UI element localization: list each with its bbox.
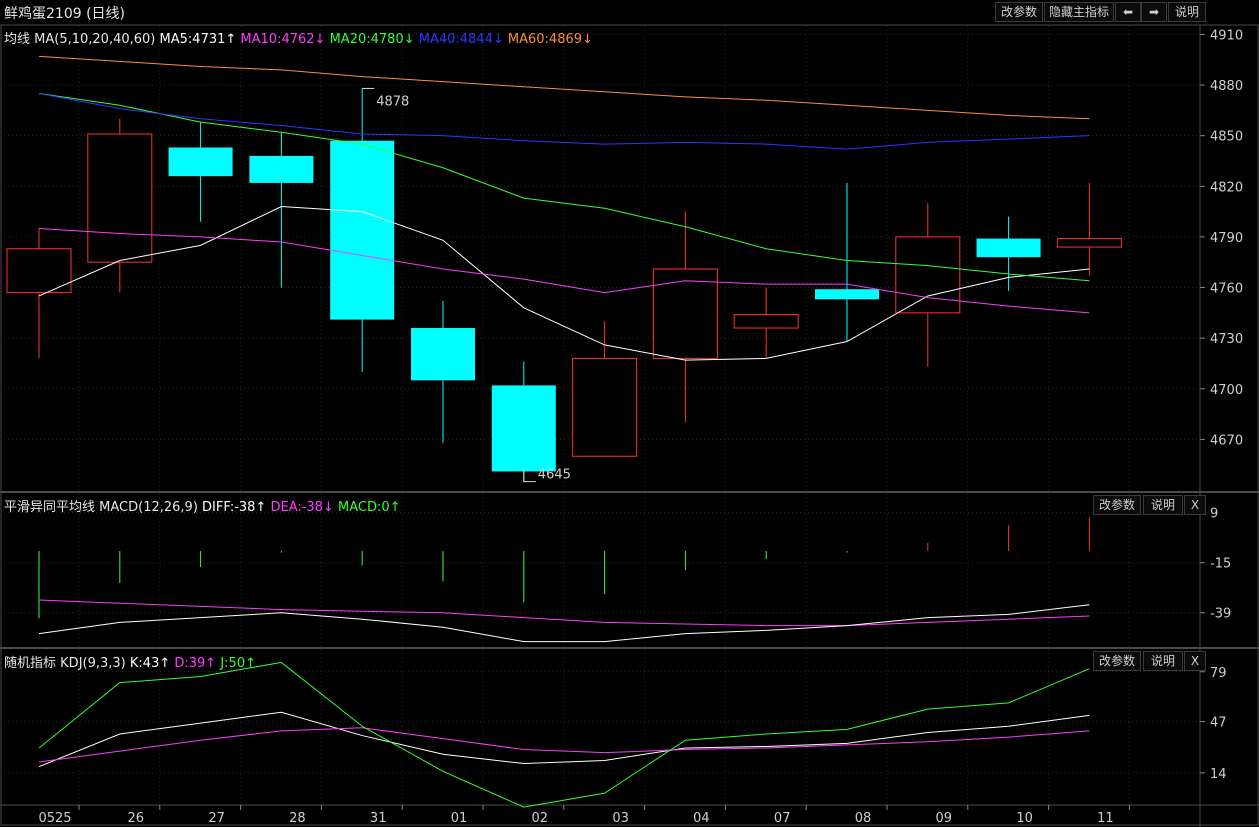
candle-body [652,268,718,359]
kdj-tick-label: 47 [1210,716,1227,731]
price-tick-label: 4730 [1210,332,1243,347]
ma-line-ma60 [38,55,1090,120]
ma40-value: MA40:4844↓ [418,32,504,47]
macd-legend: 平滑异同平均线 MACD(12,26,9) DIFF:-38↑ DEA:-38↓… [4,496,401,515]
macd-tick-label: 9 [1210,507,1218,522]
kdj-close-icon[interactable]: X [1184,651,1206,671]
high-annotation: 4878 [376,94,409,109]
d-value: D:39↑ [174,656,217,671]
x-tick-label: 04 [693,811,710,826]
macd-close-icon[interactable]: X [1184,495,1206,515]
kdj-tick-label: 79 [1210,666,1227,681]
x-tick-label: 28 [289,811,306,826]
candle-body [411,328,475,381]
next-arrow-icon[interactable]: ➡ [1141,2,1167,22]
price-tick-label: 4700 [1210,383,1243,398]
k-value: K:43↑ [129,656,171,671]
x-tick-label: 07 [774,811,791,826]
change-params-button[interactable]: 改参数 [995,2,1043,22]
chart-canvas[interactable]: 48784645 4910488048504820479047604730470… [0,0,1259,827]
candle-body [168,147,233,177]
price-tick-label: 4670 [1210,433,1243,448]
ma-legend-name: 均线 [4,32,31,47]
macd-value: MACD:0↑ [338,500,401,515]
ma-legend: 均线 MA(5,10,20,40,60) MA5:4731↑ MA10:4762… [4,28,593,47]
ma-legend-params: MA(5,10,20,40,60) [34,32,156,47]
candle-body [815,289,879,300]
x-tick-label: 03 [612,811,629,826]
ma20-value: MA20:4780↓ [329,32,415,47]
hide-main-indicator-button[interactable]: 隐藏主指标 [1044,2,1114,22]
x-tick-label: 08 [855,811,872,826]
price-tick-label: 4850 [1210,130,1243,145]
x-tick-label: 11 [1097,811,1114,826]
help-button[interactable]: 说明 [1168,2,1206,22]
low-annotation: 4645 [538,468,571,483]
prev-arrow-icon[interactable]: ⬅ [1115,2,1141,22]
kdj-tick-label: 14 [1210,767,1227,782]
x-tick-label: 0525 [38,811,71,826]
j-value: J:50↑ [220,656,256,671]
macd-legend-params: MACD(12,26,9) [99,500,198,515]
price-tick-label: 4760 [1210,282,1243,297]
price-tick-label: 4880 [1210,79,1243,94]
price-tick-label: 4790 [1210,231,1243,246]
ma5-value: MA5:4731↑ [159,32,237,47]
x-tick-label: 27 [208,811,225,826]
ma60-value: MA60:4869↓ [507,32,593,47]
kdj-legend-params: KDJ(9,3,3) [60,656,126,671]
macd-legend-name: 平滑异同平均线 [4,500,96,515]
kdj-help-button[interactable]: 说明 [1143,651,1183,671]
candle-body [895,236,961,314]
chart-title: 鲜鸡蛋2109 (日线) [4,6,126,22]
kdj-legend-name: 随机指标 [4,656,57,671]
candle-body [491,385,556,472]
macd-tick-label: -39 [1210,607,1231,622]
x-tick-label: 31 [370,811,387,826]
candle-body [976,238,1041,258]
macd-change-params-button[interactable]: 改参数 [1093,495,1141,515]
x-tick-label: 10 [1016,811,1033,826]
macd-help-button[interactable]: 说明 [1143,495,1183,515]
kdj-line-d [38,727,1090,763]
diff-value: DIFF:-38↑ [202,500,267,515]
price-tick-label: 4910 [1210,28,1243,43]
candle-body [733,314,799,329]
x-tick-label: 09 [936,811,953,826]
candle-body [87,133,153,263]
dea-value: DEA:-38↓ [270,500,334,515]
x-tick-label: 01 [451,811,468,826]
candle-body [249,155,314,183]
candle-body [1056,238,1122,248]
x-tick-label: 26 [128,811,145,826]
price-tick-label: 4820 [1210,180,1243,195]
macd-tick-label: -15 [1210,557,1231,572]
candle-body [572,357,638,457]
kdj-change-params-button[interactable]: 改参数 [1093,651,1141,671]
kdj-legend: 随机指标 KDJ(9,3,3) K:43↑ D:39↑ J:50↑ [4,652,256,671]
ma10-value: MA10:4762↓ [240,32,326,47]
x-tick-label: 02 [532,811,549,826]
candle-body [330,140,395,320]
